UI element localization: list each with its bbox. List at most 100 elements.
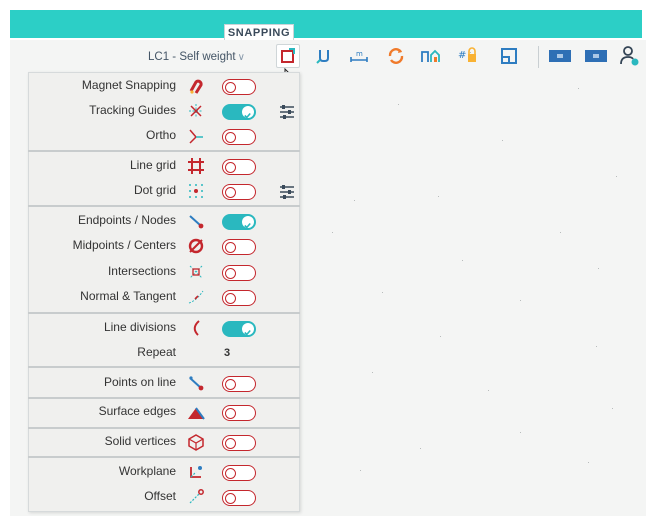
line-grid-toggle[interactable] <box>222 159 256 175</box>
panel-divider <box>28 397 300 399</box>
snap-label: Magnet Snapping <box>81 78 176 92</box>
snap-row-surface-edges: Surface edges <box>28 400 300 425</box>
workplane-toggle[interactable] <box>222 465 256 481</box>
magnet-snapping-toggle[interactable] <box>222 79 256 95</box>
ortho-icon <box>186 126 206 146</box>
snap-row-line-grid: Line grid <box>28 154 300 179</box>
user-settings-icon[interactable] <box>618 44 642 68</box>
canvas-dot <box>560 232 561 233</box>
points-on-line-toggle[interactable] <box>222 376 256 392</box>
canvas-dot <box>354 200 355 201</box>
snap-label: Tracking Guides <box>89 103 176 117</box>
snap-row-line-divisions: Line divisions <box>28 316 300 341</box>
snap-row-normal-tangent: Normal & Tangent <box>28 285 300 310</box>
line-divisions-toggle[interactable] <box>222 321 256 337</box>
snap-row-points-on-line: Points on line <box>28 371 300 396</box>
load-case-select[interactable]: LC1 - Self weight ∨ <box>148 51 245 63</box>
canvas-dot <box>578 88 579 89</box>
snap-label: Workplane <box>118 464 176 478</box>
options-icon[interactable] <box>277 182 297 202</box>
panel-divider <box>28 150 300 152</box>
canvas-dot <box>440 336 441 337</box>
offset-toggle[interactable] <box>222 490 256 506</box>
check-icon <box>243 107 252 125</box>
snap-row-midpoints-centers: Midpoints / Centers <box>28 234 300 259</box>
line-divisions-icon <box>186 318 206 338</box>
canvas-dot <box>462 260 463 261</box>
grid-lock-icon[interactable]: # <box>456 44 480 68</box>
measure-icon[interactable]: m <box>347 44 371 68</box>
tab-snapping[interactable]: SNAPPING <box>224 24 294 40</box>
canvas-dot <box>616 176 617 177</box>
canvas-dot <box>520 300 521 301</box>
magnet-icon <box>186 76 206 96</box>
snap-label: Repeat <box>137 345 176 359</box>
check-icon <box>243 324 252 342</box>
snapping-settings-icon[interactable] <box>276 44 300 68</box>
snap-label: Solid vertices <box>104 434 176 448</box>
display-mode-icon[interactable] <box>548 44 572 68</box>
snap-label: Midpoints / Centers <box>72 238 176 252</box>
workplane-icon[interactable] <box>419 44 443 68</box>
repeat-value[interactable]: 3 <box>224 347 230 359</box>
view-frame-icon[interactable] <box>497 44 521 68</box>
snap-label: Surface edges <box>98 404 176 418</box>
snap-row-workplane: Workplane <box>28 460 300 485</box>
snap-label: Points on line <box>103 375 176 389</box>
snap-row-offset: Offset <box>28 485 300 510</box>
display-mode-2-icon[interactable] <box>584 44 608 68</box>
dot-grid-toggle[interactable] <box>222 184 256 200</box>
normal-tangent-toggle[interactable] <box>222 290 256 306</box>
snap-row-repeat: Repeat 3 <box>28 341 300 366</box>
svg-text:m: m <box>356 50 363 58</box>
panel-divider <box>28 456 300 458</box>
snap-row-magnet-snapping: Magnet Snapping <box>28 74 300 99</box>
canvas-dot <box>438 196 439 197</box>
intersection-icon <box>186 262 206 282</box>
load-case-value: LC1 - Self weight <box>148 51 236 63</box>
snap-row-ortho: Ortho <box>28 124 300 149</box>
line-grid-icon <box>186 156 206 176</box>
midpoint-icon <box>186 236 206 256</box>
canvas-dot <box>596 346 597 347</box>
canvas-dot <box>588 462 589 463</box>
surface-edges-toggle[interactable] <box>222 405 256 421</box>
panel-divider <box>28 205 300 207</box>
panel-divider <box>28 312 300 314</box>
endpoints-nodes-toggle[interactable] <box>222 214 256 230</box>
solid-vertices-toggle[interactable] <box>222 435 256 451</box>
snap-label: Intersections <box>107 264 176 278</box>
midpoints-centers-toggle[interactable] <box>222 239 256 255</box>
snap-label: Line divisions <box>103 320 176 334</box>
snap-label: Ortho <box>145 128 176 142</box>
offset-icon <box>186 487 206 507</box>
ortho-toggle[interactable] <box>222 129 256 145</box>
canvas-dot <box>382 292 383 293</box>
canvas-dot <box>488 390 489 391</box>
points-on-line-icon <box>186 373 206 393</box>
toolbar-separator <box>538 46 539 68</box>
canvas-dot <box>520 432 521 433</box>
tracking-guides-toggle[interactable] <box>222 104 256 120</box>
options-icon[interactable] <box>277 102 297 122</box>
snap-label: Line grid <box>129 158 176 172</box>
panel-divider <box>28 427 300 429</box>
chevron-down-icon: ∨ <box>237 52 245 63</box>
ribbon-bar <box>10 10 642 38</box>
snap-row-tracking-guides: Tracking Guides <box>28 99 300 124</box>
snap-row-intersections: Intersections <box>28 260 300 285</box>
intersections-toggle[interactable] <box>222 265 256 281</box>
snap-label: Endpoints / Nodes <box>77 213 176 227</box>
snap-label: Offset <box>144 489 176 503</box>
dot-grid-icon <box>186 181 206 201</box>
dimension-icon[interactable] <box>312 44 336 68</box>
canvas-dot <box>612 408 613 409</box>
canvas-dot <box>372 372 373 373</box>
check-icon <box>243 217 252 235</box>
panel-divider <box>28 366 300 368</box>
snap-label: Normal & Tangent <box>80 289 176 303</box>
refresh-icon[interactable] <box>384 44 408 68</box>
snap-row-dot-grid: Dot grid <box>28 179 300 204</box>
surface-edges-icon <box>186 402 206 422</box>
canvas-dot <box>598 268 599 269</box>
